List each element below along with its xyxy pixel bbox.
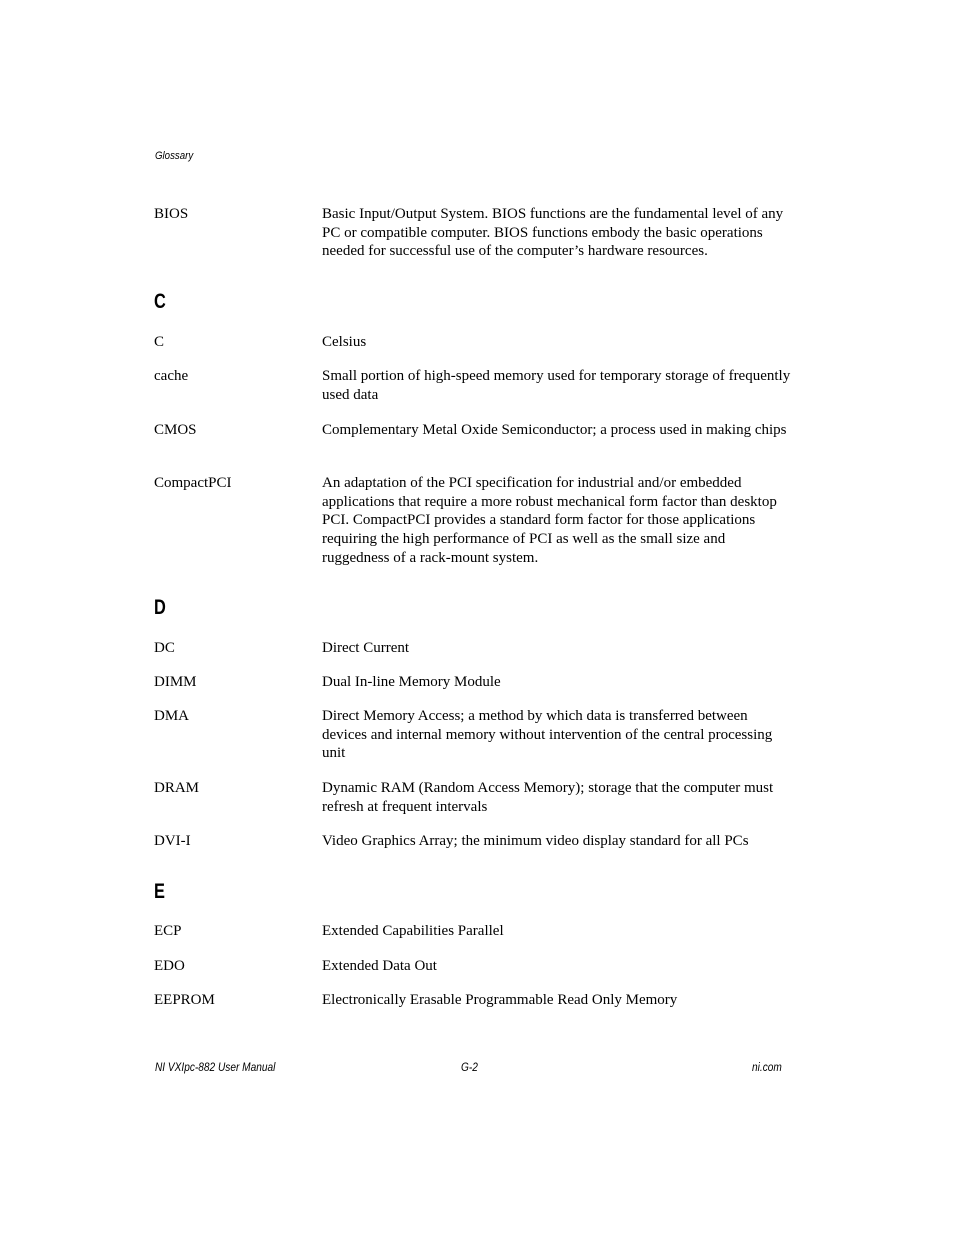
section-letter-d: D [154,596,166,619]
glossary-definition: Direct Memory Access; a method by which … [322,708,773,762]
glossary-definition: An adaptation of the PCI specification f… [322,475,777,566]
footer-page-number: G-2 [461,1062,478,1074]
section-letter-e: E [154,880,165,903]
running-header: Glossary [155,150,194,162]
glossary-term: DC [154,640,175,656]
section-letter-c: C [154,290,166,313]
glossary-definition: Small portion of high-speed memory used … [322,368,791,403]
glossary-definition: Basic Input/Output System. BIOS function… [322,206,784,260]
glossary-term: DIMM [154,674,197,690]
glossary-term: BIOS [154,206,189,222]
glossary-definition: Dynamic RAM (Random Access Memory); stor… [322,780,774,815]
glossary-definition: Celsius [322,334,367,350]
glossary-term: EDO [154,958,185,974]
glossary-term: ECP [154,923,182,939]
glossary-definition: Extended Data Out [322,958,437,974]
glossary-term: cache [154,368,189,384]
glossary-term: CMOS [154,422,197,438]
glossary-term: DMA [154,708,190,724]
footer-website: ni.com [752,1062,782,1074]
glossary-definition: Dual In-line Memory Module [322,674,501,690]
footer-manual-title: NI VXIpc-882 User Manual [155,1062,276,1074]
glossary-term: CompactPCI [154,475,232,491]
glossary-term: C [154,334,165,350]
glossary-term: EEPROM [154,992,215,1008]
glossary-term: DRAM [154,780,200,796]
glossary-definition: Direct Current [322,640,410,656]
glossary-definition: Video Graphics Array; the minimum video … [322,833,749,849]
glossary-definition: Complementary Metal Oxide Semiconductor;… [322,422,787,438]
glossary-definition: Extended Capabilities Parallel [322,923,504,939]
glossary-term: DVI-I [154,833,191,849]
glossary-definition: Electronically Erasable Programmable Rea… [322,992,678,1008]
